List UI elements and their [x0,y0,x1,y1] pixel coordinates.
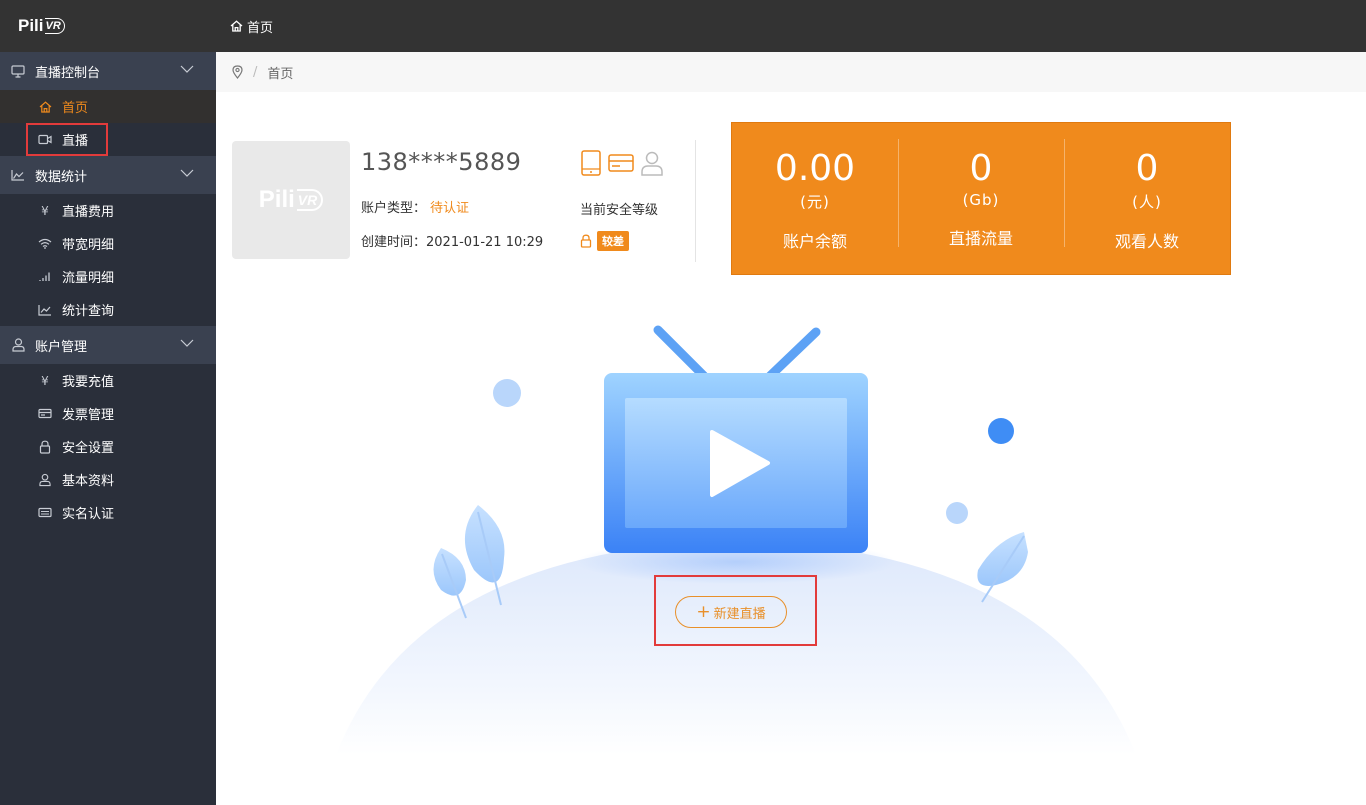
id-card-icon [38,506,52,520]
bubble [946,502,968,524]
monitor-icon [10,63,26,79]
security-icons [580,150,664,176]
bubble [493,379,521,407]
stat-viewers: 0 (人) 观看人数 [1064,123,1230,274]
top-bar: Pili VR 首页 [0,0,1366,52]
sidebar-item-home[interactable]: 首页 [0,90,216,123]
lock-icon [580,234,592,248]
empty-state-illustration [336,325,1136,755]
security-level-label: 当前安全等级 [580,203,659,218]
stat-unit: (Gb) [962,191,1000,209]
stat-label: 观看人数 [1114,232,1179,251]
avatar: Pili VR [232,141,350,259]
tv-antenna-left [653,325,709,381]
home-icon [38,100,52,114]
signal-bars-icon [38,270,52,284]
tab-home[interactable]: 首页 [230,0,273,52]
sidebar-item-label: 首页 [62,101,89,116]
sidebar-item-label: 流量明细 [62,271,115,286]
sidebar-item-recharge[interactable]: ¥ 我要充值 [0,364,216,397]
sidebar-item-stats-query[interactable]: 统计查询 [0,293,216,326]
security-level-badge: 较差 [597,231,629,251]
sidebar-group-account[interactable]: 账户管理 [0,326,216,364]
lock-icon [38,440,52,454]
breadcrumb-current: 首页 [267,66,294,82]
created-time-value: 2021-01-21 10:29 [426,235,544,250]
sidebar-item-live-fees[interactable]: ¥ 直播费用 [0,194,216,227]
account-phone: 138****5889 [361,148,522,176]
sidebar-item-label: 统计查询 [62,304,115,319]
sidebar-item-label: 直播费用 [62,205,115,220]
user-icon [10,337,26,353]
stats-panel: 0.00 (元) 账户余额 0 (Gb) 直播流量 0 (人) 观看人数 [731,122,1231,275]
logo[interactable]: Pili VR [18,13,88,39]
leaf-right [977,532,1028,603]
chevron-down-icon [180,65,194,73]
stat-label: 直播流量 [948,229,1013,248]
bubble [988,418,1014,444]
account-type-label: 账户类型： [361,201,427,216]
sidebar-item-label: 安全设置 [62,441,115,456]
created-time-label: 创建时间： [361,235,427,250]
sidebar-item-traffic[interactable]: 流量明细 [0,260,216,293]
stat-label: 账户余额 [782,232,847,251]
wifi-icon [38,237,52,251]
sidebar-group-label: 账户管理 [35,339,88,355]
tab-home-label: 首页 [247,20,274,36]
avatar-logo-suffix: VR [296,189,324,211]
home-icon [230,20,243,32]
mobile-phone-icon[interactable] [580,150,602,176]
highlight-box [26,123,108,156]
new-live-label: 新建直播 [713,606,766,622]
card-icon [38,407,52,421]
chevron-down-icon [180,339,194,347]
sidebar-item-profile[interactable]: 基本资料 [0,463,216,496]
bank-card-icon[interactable] [608,152,634,174]
identity-user-icon[interactable] [640,150,664,176]
sidebar-item-label: 基本资料 [62,474,115,489]
account-type: 账户类型： 待认证 [361,197,469,216]
sidebar-item-label: 带宽明细 [62,238,115,253]
tv-antenna-right [765,327,821,381]
stat-value: 0 [1135,148,1159,189]
logo-text: Pili [18,16,44,35]
security-level: 较差 [580,231,629,251]
avatar-logo-text: Pili [258,186,295,213]
sidebar: 直播控制台 首页 直播 数据统计 ¥ 直播费用 带宽明细 流量明细 统计查询 账… [0,52,216,805]
divider [695,140,696,262]
stat-unit: (元) [800,193,830,211]
location-pin-icon [232,65,243,79]
new-live-button[interactable]: + 新建直播 [675,596,787,628]
sidebar-item-security[interactable]: 安全设置 [0,430,216,463]
created-time: 创建时间：2021-01-21 10:29 [361,231,543,250]
breadcrumb-separator: / [253,64,258,80]
stat-value: 0 [969,148,993,189]
breadcrumb: / 首页 [216,52,1366,92]
stat-value: 0.00 [774,148,856,189]
sidebar-group-label: 直播控制台 [35,65,101,81]
yen-icon: ¥ [41,373,49,388]
sidebar-group-statistics[interactable]: 数据统计 [0,156,216,194]
sidebar-group-label: 数据统计 [35,169,88,185]
sidebar-item-live[interactable]: 直播 [0,123,216,156]
stat-unit: (人) [1132,193,1162,211]
sidebar-item-invoice[interactable]: 发票管理 [0,397,216,430]
chevron-down-icon [180,169,194,177]
yen-icon: ¥ [41,203,49,218]
sidebar-group-live-console[interactable]: 直播控制台 [0,52,216,90]
sidebar-item-label: 发票管理 [62,408,115,423]
line-chart-icon [38,303,52,317]
area-chart-icon [10,167,26,183]
sidebar-item-label: 我要充值 [62,375,115,390]
sidebar-item-bandwidth[interactable]: 带宽明细 [0,227,216,260]
account-type-value[interactable]: 待认证 [430,201,469,216]
logo-suffix: VR [44,18,65,34]
user-icon [38,473,52,487]
sidebar-item-real-name[interactable]: 实名认证 [0,496,216,529]
sidebar-item-label: 实名认证 [62,507,115,522]
stat-traffic: 0 (Gb) 直播流量 [898,123,1064,274]
plus-icon: + [696,601,711,622]
stat-balance: 0.00 (元) 账户余额 [732,123,898,274]
